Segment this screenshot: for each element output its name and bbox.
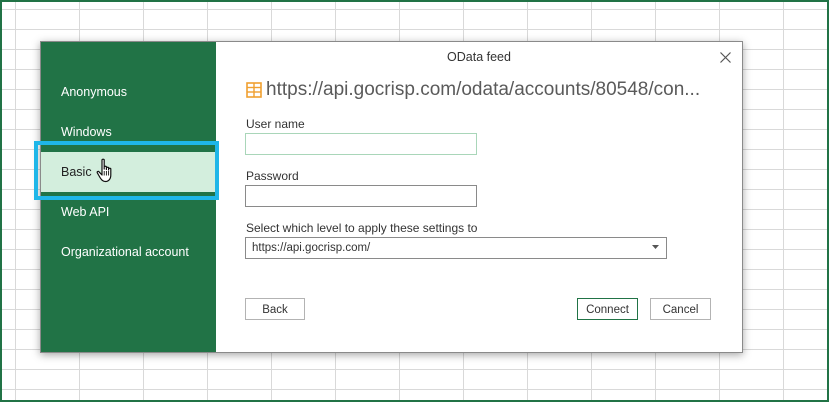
table-icon [246,82,262,98]
back-button[interactable]: Back [245,298,305,320]
password-field[interactable] [245,185,477,207]
cancel-button[interactable]: Cancel [650,298,711,320]
password-label: Password [246,169,299,183]
close-icon [719,51,731,63]
chevron-down-icon [652,245,659,249]
level-select[interactable]: https://api.gocrisp.com/ [245,237,667,259]
sidebar-item-anonymous[interactable]: Anonymous [41,72,216,112]
username-label: User name [246,117,305,131]
level-label: Select which level to apply these settin… [246,221,478,235]
dialog-title: OData feed [447,50,511,64]
hand-pointer-icon [96,158,112,183]
username-field[interactable] [245,133,477,155]
feed-url: https://api.gocrisp.com/odata/accounts/8… [266,79,701,100]
close-button[interactable] [715,47,735,67]
sidebar-item-organizational-account[interactable]: Organizational account [41,232,216,272]
connect-button[interactable]: Connect [577,298,638,320]
selection-highlight [34,141,219,200]
url-header: https://api.gocrisp.com/odata/accounts/8… [246,79,721,101]
level-select-value: https://api.gocrisp.com/ [252,242,371,254]
